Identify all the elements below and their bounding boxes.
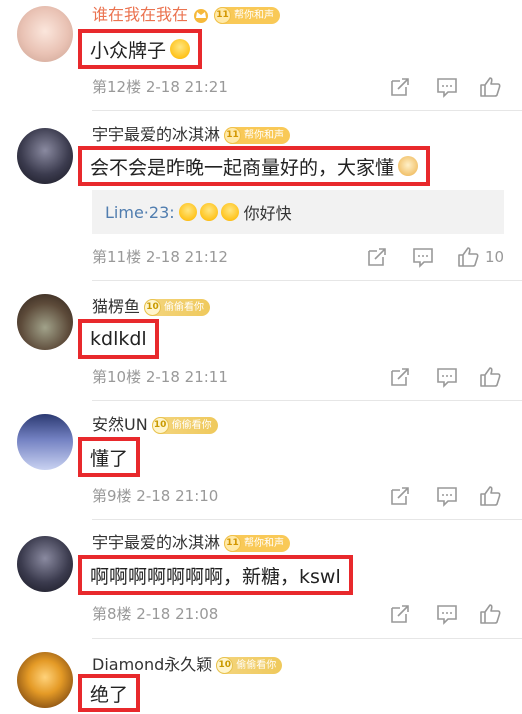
comment-text: kdlkdl — [78, 319, 159, 359]
meta-row: 第9楼 2-18 21:10 — [92, 485, 522, 507]
floor-time: 第12楼 2-18 21:21 — [92, 78, 228, 96]
user-row: Diamond永久颖 10 偷偷看你 — [92, 654, 283, 676]
avatar[interactable] — [17, 294, 73, 350]
badge-level: 11 — [214, 6, 232, 24]
badge-label: 偷偷看你 — [236, 659, 277, 671]
fan-badge[interactable]: 10 偷偷看你 — [216, 656, 283, 674]
like-icon[interactable] — [479, 603, 501, 625]
floor-time: 第8楼 2-18 21:08 — [92, 605, 219, 623]
comment-text: 小众牌子 — [78, 29, 203, 69]
username[interactable]: Diamond永久颖 — [92, 654, 212, 676]
laugh-emoji — [199, 203, 218, 221]
badge-label: 偷偷看你 — [164, 301, 205, 313]
comment-text: 啊啊啊啊啊啊啊，新糖，kswl — [78, 555, 353, 595]
reply-author[interactable]: Lime — [105, 203, 144, 222]
comment-text: 绝了 — [78, 674, 141, 712]
meta-row: 第10楼 2-18 21:11 — [92, 366, 522, 388]
user-row: 谁在我在我在 11 帮你和声 — [92, 4, 281, 26]
badge-label: 帮你和声 — [244, 129, 285, 141]
username[interactable]: 安然UN — [92, 414, 148, 436]
badge-level: 11 — [224, 126, 242, 144]
avatar[interactable] — [17, 6, 73, 62]
user-row: 宇宇最爱的冰淇淋 11 帮你和声 — [92, 532, 291, 554]
share-icon[interactable] — [389, 485, 411, 507]
doge-emoji — [398, 156, 419, 176]
laugh-emoji — [178, 203, 197, 221]
comment-text-content: 啊啊啊啊啊啊啊，新糖，kswl — [90, 565, 341, 588]
username[interactable]: 谁在我在我在 — [92, 4, 188, 26]
badge-label: 帮你和声 — [234, 9, 275, 21]
share-icon[interactable] — [389, 366, 411, 388]
divider — [92, 280, 522, 281]
comment-icon[interactable] — [436, 485, 458, 507]
divider — [92, 519, 522, 520]
user-row: 安然UN 10 偷偷看你 — [92, 414, 218, 436]
meta-row: 第12楼 2-18 21:21 — [92, 76, 522, 98]
comment-text-content: kdlkdl — [90, 328, 147, 350]
avatar[interactable] — [17, 536, 73, 592]
crown-icon — [194, 9, 209, 23]
comment-text-content: 小众牌子 — [90, 39, 167, 62]
fan-badge[interactable]: 11 帮你和声 — [224, 534, 291, 552]
comment-icon[interactable] — [436, 76, 458, 98]
avatar[interactable] — [17, 652, 73, 708]
username[interactable]: 宇宇最爱的冰淇淋 — [92, 532, 220, 554]
comment-icon[interactable] — [436, 366, 458, 388]
reply-number: 23: — [148, 202, 175, 222]
reply-preview[interactable]: Lime · 23: 你好快 — [92, 190, 504, 234]
fan-badge[interactable]: 10 偷偷看你 — [151, 416, 218, 434]
comment-text-content: 会不会是昨晚一起商量好的，大家懂 — [90, 156, 395, 179]
username[interactable]: 猫楞鱼 — [92, 296, 140, 318]
fan-badge[interactable]: 11 帮你和声 — [224, 126, 291, 144]
badge-level: 10 — [151, 416, 169, 434]
floor-time: 第11楼 2-18 21:12 — [92, 248, 228, 266]
comment-text-content: 绝了 — [90, 683, 129, 706]
badge-level: 10 — [216, 656, 234, 674]
like-icon[interactable] — [457, 246, 479, 268]
user-row: 猫楞鱼 10 偷偷看你 — [92, 296, 211, 318]
fan-badge[interactable]: 10 偷偷看你 — [144, 298, 211, 316]
like-icon[interactable] — [479, 76, 501, 98]
avatar[interactable] — [17, 414, 73, 470]
comment-text: 懂了 — [78, 437, 141, 477]
comment-icon[interactable] — [436, 603, 458, 625]
divider — [92, 638, 522, 639]
fan-badge[interactable]: 11 帮你和声 — [214, 6, 281, 24]
like-icon[interactable] — [479, 485, 501, 507]
comment-icon[interactable] — [412, 246, 434, 268]
badge-level: 10 — [144, 298, 162, 316]
like-count: 10 — [485, 248, 505, 266]
reply-text: 你好快 — [243, 204, 292, 223]
floor-time: 第10楼 2-18 21:11 — [92, 368, 228, 386]
badge-label: 偷偷看你 — [171, 419, 212, 431]
divider — [92, 400, 522, 401]
username[interactable]: 宇宇最爱的冰淇淋 — [92, 124, 220, 146]
comment-text-content: 懂了 — [90, 447, 129, 470]
meta-row: 第11楼 2-18 21:12 10 — [92, 246, 522, 268]
floor-time: 第9楼 2-18 21:10 — [92, 487, 219, 505]
share-icon[interactable] — [366, 246, 388, 268]
avatar[interactable] — [17, 128, 73, 184]
meta-row: 第8楼 2-18 21:08 — [92, 603, 522, 625]
share-icon[interactable] — [389, 76, 411, 98]
divider — [92, 110, 522, 111]
comment-text: 会不会是昨晚一起商量好的，大家懂 — [78, 146, 431, 186]
user-row: 宇宇最爱的冰淇淋 11 帮你和声 — [92, 124, 291, 146]
shock-emoji — [170, 39, 191, 59]
badge-level: 11 — [224, 534, 242, 552]
laugh-emoji — [220, 203, 239, 221]
like-icon[interactable] — [479, 366, 501, 388]
share-icon[interactable] — [389, 603, 411, 625]
badge-label: 帮你和声 — [244, 537, 285, 549]
